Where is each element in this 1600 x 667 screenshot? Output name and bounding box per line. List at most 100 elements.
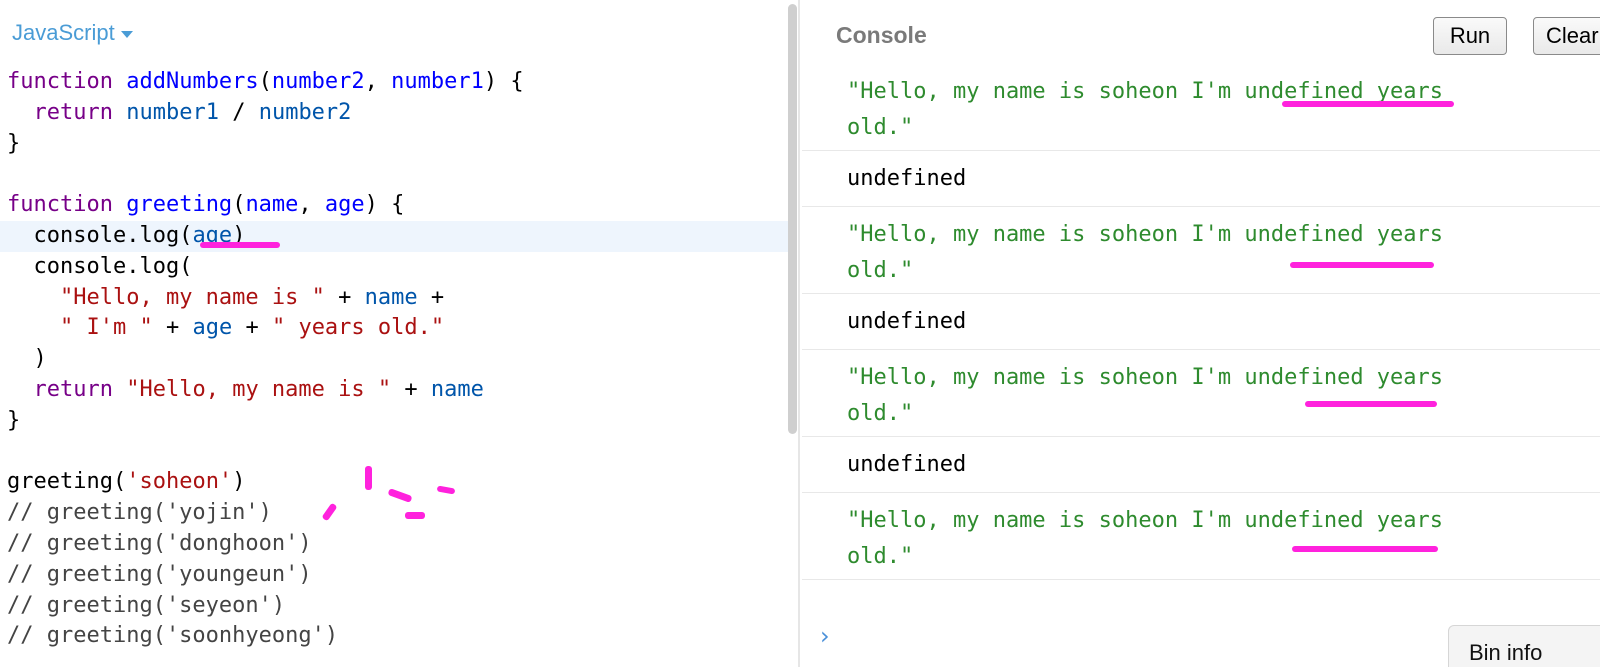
code-token: ) xyxy=(232,469,246,495)
annotation-scribble xyxy=(365,466,372,490)
annotation-underline-undefined xyxy=(1290,262,1434,268)
code-token: name xyxy=(245,192,299,218)
code-token: // greeting('youngeun') xyxy=(7,561,312,587)
code-token: // greeting('soonhyeong') xyxy=(7,623,339,649)
code-line[interactable]: " I'm " + age + " years old." xyxy=(0,313,790,344)
console-output-text: "Hello, my name is soheon I'm undefined … xyxy=(847,508,1444,533)
code-token: + xyxy=(152,315,193,341)
code-token: + xyxy=(391,376,431,402)
code-line[interactable]: // greeting('donghoon') xyxy=(0,529,790,560)
code-line[interactable]: ) xyxy=(0,344,790,375)
code-token: "Hello, my name is " xyxy=(59,284,325,310)
console-output-string: "Hello, my name is soheon I'm undefined … xyxy=(802,350,1600,437)
code-token: function xyxy=(7,192,113,218)
code-token: } xyxy=(7,407,21,433)
code-token: } xyxy=(7,130,21,156)
console-output-text: undefined xyxy=(847,309,967,334)
code-token: age xyxy=(192,315,233,341)
code-token: // greeting('seyeon') xyxy=(7,592,286,618)
code-token: // greeting('yojin') xyxy=(7,500,272,526)
code-token: "Hello, my name is " xyxy=(126,376,392,402)
language-selector[interactable]: JavaScript xyxy=(12,20,133,46)
code-token: name xyxy=(430,376,484,402)
code-line[interactable]: // greeting('youngeun') xyxy=(0,560,790,591)
code-line[interactable]: console.log( xyxy=(0,252,790,283)
code-line[interactable]: } xyxy=(0,406,790,437)
code-token: ( xyxy=(258,69,272,94)
console-pane: Console Run Clear "Hello, my name is soh… xyxy=(802,0,1600,667)
code-token: number1 xyxy=(126,99,219,125)
code-token: + xyxy=(417,284,445,310)
console-output-undefined: undefined xyxy=(802,151,1600,207)
code-token: " years old." xyxy=(271,315,445,341)
code-token: , xyxy=(298,192,325,218)
annotation-underline-undefined xyxy=(1282,101,1454,107)
code-line[interactable] xyxy=(0,437,790,468)
code-line[interactable]: // greeting('yojin') xyxy=(0,498,790,529)
annotation-scribble xyxy=(405,512,425,519)
code-token: ) xyxy=(7,346,47,372)
console-prompt-icon[interactable]: › xyxy=(820,622,830,650)
code-editor-pane[interactable]: JavaScript function addNumbers(number2, … xyxy=(0,0,800,667)
console-output-text: undefined xyxy=(847,452,967,477)
code-token: console.log( xyxy=(7,253,193,279)
code-token: 'soheon' xyxy=(126,469,233,495)
console-title: Console xyxy=(836,22,927,48)
console-output-text: old." xyxy=(847,544,914,569)
code-line[interactable]: console.log(age) xyxy=(0,220,790,252)
code-line[interactable]: function addNumbers(number2, number1) { xyxy=(0,67,790,98)
code-token: number1 xyxy=(391,69,484,94)
code-line[interactable]: function greeting(name, age) { xyxy=(0,190,790,221)
code-token: name xyxy=(364,284,418,310)
code-token: console.log( xyxy=(7,222,193,248)
language-label: JavaScript xyxy=(12,20,115,45)
code-token: // greeting('donghoon') xyxy=(7,530,312,556)
code-token: return xyxy=(33,99,113,125)
caret-down-icon xyxy=(120,30,133,38)
code-token: + xyxy=(232,315,272,341)
console-output-string: "Hello, my name is soheon I'm undefined … xyxy=(802,207,1600,294)
console-output-text: "Hello, my name is soheon I'm undefined … xyxy=(847,79,1444,104)
code-token: " I'm " xyxy=(59,315,153,341)
code-line[interactable]: return "Hello, my name is " + name xyxy=(0,375,790,406)
code-line[interactable]: } xyxy=(0,129,790,160)
console-output-text: undefined xyxy=(847,166,967,191)
code-token: greeting( xyxy=(7,469,127,495)
code-line[interactable]: // greeting('soonhyeong') xyxy=(0,621,790,652)
console-output-text: "Hello, my name is soheon I'm undefined … xyxy=(847,365,1444,390)
console-output-undefined: undefined xyxy=(802,294,1600,350)
bin-info-button[interactable]: Bin info xyxy=(1448,625,1600,667)
console-output-text: old." xyxy=(847,401,914,426)
console-output-string: "Hello, my name is soheon I'm undefined … xyxy=(802,493,1600,580)
console-output-undefined: undefined xyxy=(802,437,1600,493)
code-token: return xyxy=(33,376,113,402)
code-line[interactable]: // greeting('seyeon') xyxy=(0,591,790,622)
annotation-underline-undefined xyxy=(1292,546,1438,552)
code-line[interactable]: "Hello, my name is " + name + xyxy=(0,283,790,314)
code-token: number2 xyxy=(271,69,365,94)
editor-scrollbar[interactable] xyxy=(788,4,797,434)
annotation-underline-undefined xyxy=(1305,401,1437,407)
clear-button[interactable]: Clear xyxy=(1533,17,1600,55)
code-token: addNumbers xyxy=(126,69,259,94)
code-token: / xyxy=(218,99,259,125)
code-token: number2 xyxy=(258,99,352,125)
code-token: , xyxy=(364,69,392,94)
code-token: ( xyxy=(232,192,246,218)
code-line[interactable]: return number1 / number2 xyxy=(0,98,790,129)
code-line[interactable] xyxy=(0,159,790,190)
console-output-text: "Hello, my name is soheon I'm undefined … xyxy=(847,222,1444,247)
run-button[interactable]: Run xyxy=(1433,17,1507,55)
code-token: + xyxy=(324,284,365,310)
code-token: ) { xyxy=(483,69,524,94)
code-area[interactable]: function addNumbers(number2, number1) { … xyxy=(0,67,790,652)
annotation-underline-age xyxy=(200,242,280,248)
